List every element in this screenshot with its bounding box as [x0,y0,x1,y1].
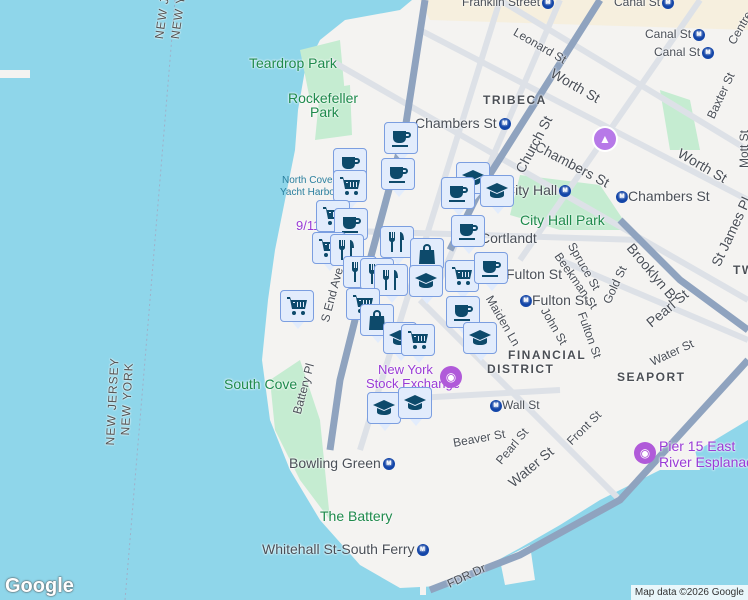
label-fulton: Fulton St [506,266,563,282]
label-rockefeller: Park [310,104,339,120]
label-tribeca: TRIBECA [483,93,547,107]
marker-grocery[interactable] [280,290,314,329]
shopping-bag-icon [414,242,440,266]
google-logo: Google [5,575,74,597]
label-teardrop-park: Teardrop Park [249,55,337,71]
marker-cafe[interactable] [451,215,485,254]
label-south-cove: South Cove [224,376,298,392]
label-canal: Canal St M [654,45,715,59]
cup-icon [455,219,481,243]
cup-icon [478,256,504,280]
label-north-cove: North Cove [282,175,333,186]
marker-cafe[interactable] [474,252,508,291]
cart-icon [284,294,310,318]
graduation-cap-icon [484,179,510,203]
marker-school[interactable] [398,387,432,426]
marker-cafe[interactable] [384,122,418,161]
label-canal: Canal St M [645,27,706,41]
fork-knife-icon [384,230,410,254]
label-nyse: New York [378,362,433,377]
pier [420,555,426,595]
label-pier15: River Esplanade [659,454,748,470]
marker-cafe[interactable] [441,177,475,216]
label-mott: Mott St [737,129,748,168]
marker-grocery[interactable] [401,324,435,363]
map-attribution[interactable]: Map data ©2026 Google [630,585,748,600]
cart-icon [405,328,431,352]
label-financial: FINANCIAL [508,348,587,362]
label-chambers: M Chambers St [614,188,710,204]
label-bowling-green: Bowling Green M [289,455,395,471]
state-border [124,0,176,600]
marker-grocery[interactable] [333,170,367,209]
label-city-hall-park: City Hall Park [520,212,605,228]
monument-icon[interactable]: ▲ [594,128,616,150]
label-district: DISTRICT [487,362,555,376]
graduation-cap-icon [402,391,428,415]
label-the-battery: The Battery [320,508,393,524]
marker-school[interactable] [367,392,401,431]
pier-icon[interactable]: ◉ [634,442,656,464]
marker-school[interactable] [463,322,497,361]
graduation-cap-icon [371,396,397,420]
cup-icon [388,126,414,150]
label-cortlandt: Cortlandt [480,230,537,246]
label-north-cove: Yacht Harbor [280,187,339,198]
marker-restaurant[interactable] [380,226,414,265]
camera-icon[interactable]: ◉ [440,366,462,388]
marker-school[interactable] [409,265,443,304]
graduation-cap-icon [413,269,439,293]
graduation-cap-icon [467,326,493,350]
label-city-hall: City Hall M [505,182,572,198]
label-chambers: Chambers St M [415,115,511,131]
label-whitehall: Whitehall St-South Ferry M [262,541,429,557]
marker-cafe[interactable] [381,158,415,197]
piers-left [0,70,30,78]
label-canal: Canal St M [614,0,675,9]
label-pier15: Pier 15 East [659,438,736,454]
cart-icon [337,174,363,198]
cup-icon [445,181,471,205]
cup-icon [385,162,411,186]
label-seaport: SEAPORT [617,370,686,384]
cart-icon [449,264,475,288]
label-franklin: Franklin Street M [462,0,555,9]
fork-knife-icon [378,268,404,292]
label-tw: TW [733,263,748,277]
cup-icon [450,300,476,324]
label-wall: M Wall St [488,398,540,412]
marker-school[interactable] [480,175,514,214]
